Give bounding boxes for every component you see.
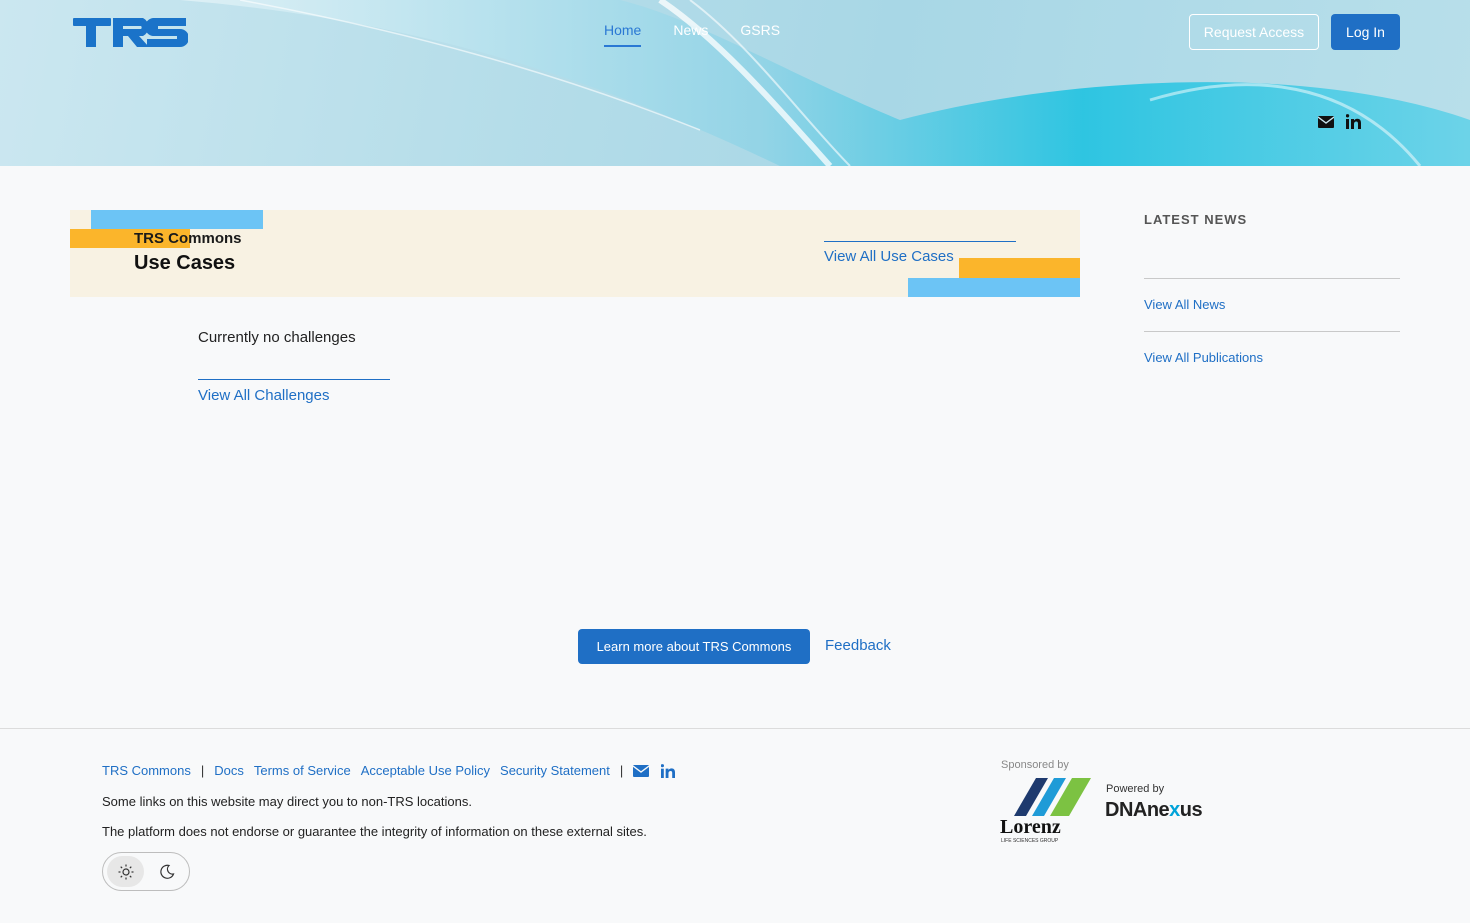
external-links-note: Some links on this website may direct yo… xyxy=(102,794,472,809)
view-all-publications-link[interactable]: View All Publications xyxy=(1144,350,1263,365)
lorenz-logo-icon: Lorenz LIFE SCIENCES GROUP xyxy=(1000,778,1091,844)
footer-link-docs[interactable]: Docs xyxy=(214,763,244,778)
sponsor-sub: LIFE SCIENCES GROUP xyxy=(1001,838,1059,844)
powered-by-label: Powered by xyxy=(1106,783,1165,795)
footer-link-aup[interactable]: Acceptable Use Policy xyxy=(361,763,490,778)
decor-blue-bar xyxy=(908,278,1080,297)
moon-icon[interactable] xyxy=(148,856,185,887)
dnanexus-logo[interactable]: DNAnexus xyxy=(1105,799,1203,822)
decor-orange-bar xyxy=(959,258,1080,278)
platform-name-post: us xyxy=(1179,799,1203,821)
view-all-news-link[interactable]: View All News xyxy=(1144,297,1225,312)
envelope-icon[interactable] xyxy=(633,764,650,777)
separator: | xyxy=(200,763,205,778)
view-all-challenges-link[interactable]: View All Challenges xyxy=(198,387,329,404)
divider xyxy=(198,379,390,380)
trs-logo[interactable] xyxy=(73,16,189,48)
platform-name-x: x xyxy=(1169,799,1180,821)
divider xyxy=(1144,331,1400,332)
no-challenges-message: Currently no challenges xyxy=(198,329,356,346)
footer-link-terms[interactable]: Terms of Service xyxy=(254,763,351,778)
platform-name-pre: DNAne xyxy=(1105,799,1170,821)
trs-logo-icon xyxy=(73,18,189,47)
use-cases-card: TRS Commons Use Cases View All Use Cases xyxy=(70,210,1080,297)
separator: | xyxy=(619,763,624,778)
footer-link-security[interactable]: Security Statement xyxy=(500,763,610,778)
use-cases-kicker: TRS Commons xyxy=(134,230,242,247)
external-links-disclaimer: The platform does not endorse or guarant… xyxy=(102,824,647,839)
hero-banner: Home News GSRS Request Access Log In xyxy=(0,0,1470,166)
sun-icon[interactable] xyxy=(107,856,144,887)
login-button[interactable]: Log In xyxy=(1331,14,1400,50)
view-all-use-cases-link[interactable]: View All Use Cases xyxy=(824,248,954,265)
use-cases-title: Use Cases xyxy=(134,252,236,274)
theme-toggle xyxy=(102,852,190,891)
main-nav: Home News GSRS xyxy=(604,22,780,47)
divider xyxy=(1144,278,1400,279)
footer: TRS Commons | Docs Terms of Service Acce… xyxy=(0,728,1470,923)
hero-social-links xyxy=(1318,114,1361,129)
nav-home[interactable]: Home xyxy=(604,22,642,47)
learn-more-button[interactable]: Learn more about TRS Commons xyxy=(578,629,810,664)
linkedin-icon[interactable] xyxy=(661,763,676,778)
divider xyxy=(824,241,1016,242)
latest-news-heading: LATEST NEWS xyxy=(1144,212,1248,227)
nav-gsrs[interactable]: GSRS xyxy=(740,22,780,47)
feedback-link[interactable]: Feedback xyxy=(825,637,891,654)
footer-links: TRS Commons | Docs Terms of Service Acce… xyxy=(102,763,676,778)
sponsored-by-label: Sponsored by xyxy=(1001,759,1069,771)
decor-blue-bar xyxy=(91,210,263,229)
nav-news[interactable]: News xyxy=(673,22,708,47)
lorenz-logo[interactable]: Lorenz LIFE SCIENCES GROUP xyxy=(1000,778,1092,849)
envelope-icon[interactable] xyxy=(1318,115,1334,128)
request-access-button[interactable]: Request Access xyxy=(1189,14,1319,50)
sponsor-name: Lorenz xyxy=(1000,816,1061,838)
linkedin-icon[interactable] xyxy=(1346,114,1361,129)
footer-link-trs-commons[interactable]: TRS Commons xyxy=(102,763,191,778)
